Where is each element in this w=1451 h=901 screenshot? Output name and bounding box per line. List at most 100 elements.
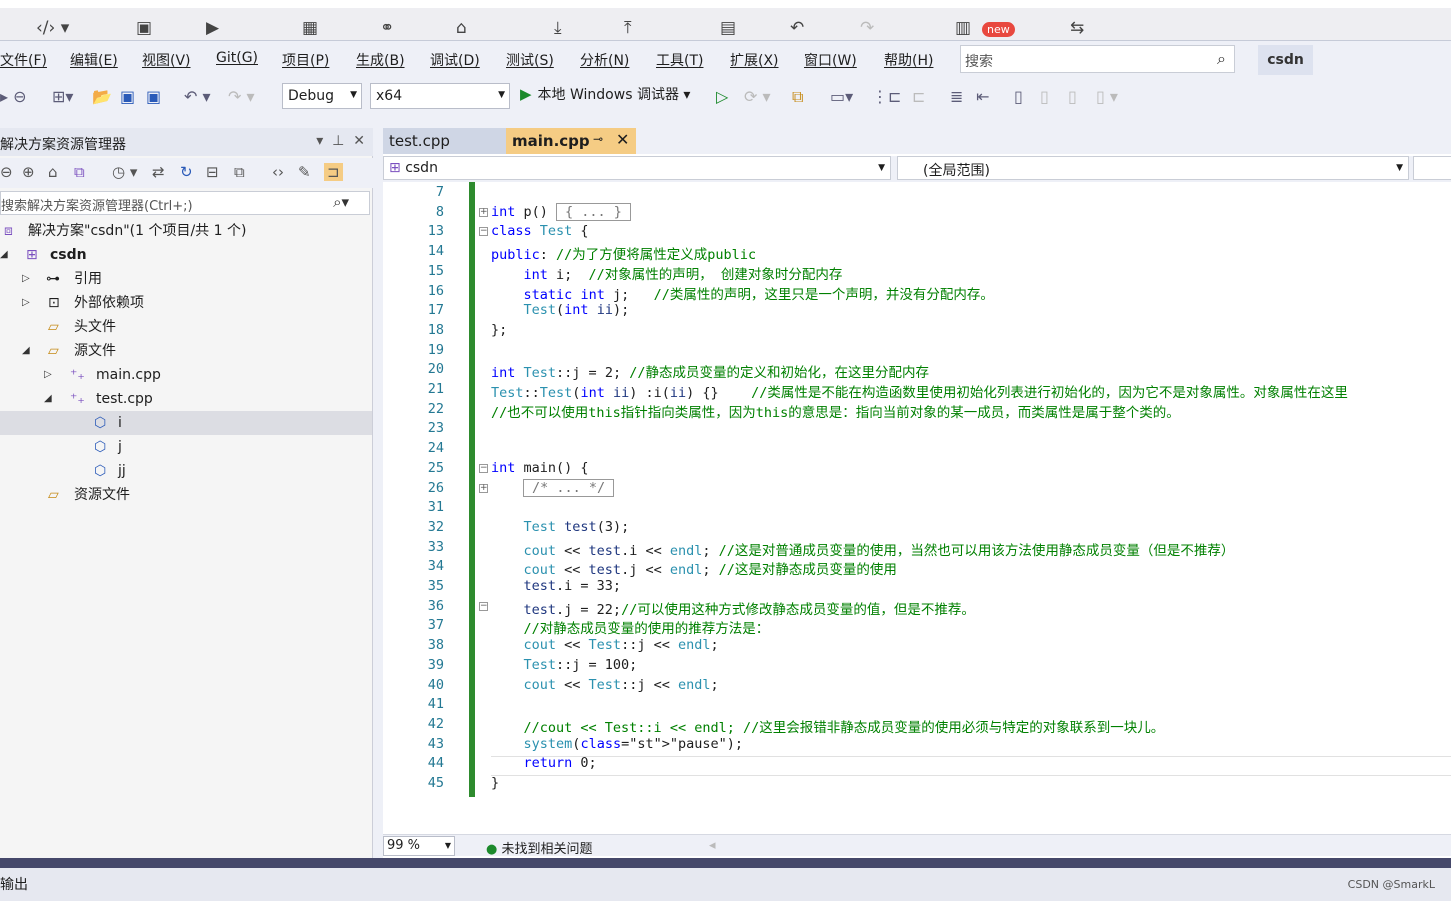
stamp-icon[interactable]: ⌂: [456, 18, 467, 38]
tab-main-cpp[interactable]: main.cpp ⊸ ✕: [506, 128, 636, 154]
new-project-icon[interactable]: ⊞▾: [52, 87, 73, 106]
undo-icon[interactable]: ↶ ▾: [184, 87, 211, 106]
bookmark-icon[interactable]: ▯: [1014, 87, 1023, 106]
tree-header-files[interactable]: ▱ 头文件: [0, 315, 372, 339]
expanded-icon[interactable]: ◢: [0, 243, 8, 267]
fold-toggle-icon[interactable]: +: [479, 207, 488, 217]
bookmark-clear-icon[interactable]: ▯ ▾: [1096, 87, 1118, 106]
save-icon[interactable]: ▣: [120, 87, 135, 106]
tree-external-deps[interactable]: ▷ ⊡ 外部依赖项: [0, 291, 372, 315]
outdent-icon[interactable]: ⇤: [976, 87, 989, 106]
platform-select[interactable]: x64 ▼: [370, 83, 510, 109]
image-icon[interactable]: ▣: [136, 18, 152, 38]
window-icon[interactable]: ▭▾: [830, 87, 853, 106]
tree-symbol-j[interactable]: ⬡ j: [0, 435, 372, 459]
tree-source-files[interactable]: ◢ ▱ 源文件: [0, 339, 372, 363]
bookmark-next-icon[interactable]: ▯: [1068, 87, 1077, 106]
tree-symbol-jj[interactable]: ⬡ jj: [0, 459, 372, 483]
copy-icon[interactable]: ⧉: [234, 163, 245, 181]
table-icon[interactable]: ▦: [302, 18, 318, 38]
sync-icon[interactable]: ⇄: [152, 163, 165, 181]
back-icon[interactable]: ▸ ⊖: [0, 87, 27, 106]
video-icon[interactable]: ▶: [206, 18, 219, 38]
pin-icon[interactable]: ⊸: [593, 132, 603, 146]
code-view-icon[interactable]: ‹›: [272, 163, 284, 181]
menu-project[interactable]: 项目(P): [282, 50, 329, 70]
tree-references[interactable]: ▷ ⊶ 引用: [0, 267, 372, 291]
project-dropdown[interactable]: ⊞ csdn ▼: [383, 156, 891, 180]
download-icon[interactable]: ⤓: [554, 18, 562, 38]
indent-icon[interactable]: ≣: [950, 87, 963, 106]
open-icon[interactable]: 📂: [92, 87, 112, 106]
menu-file[interactable]: 文件(F): [0, 50, 47, 70]
menu-view[interactable]: 视图(V): [142, 50, 191, 70]
save-all-icon[interactable]: ▣: [146, 87, 161, 106]
code-area[interactable]: 7 8 int p() { ... } +13 class Test {−14 publi…: [383, 182, 1451, 832]
tree-solution[interactable]: ⧈ 解决方案"csdn"(1 个项目/共 1 个): [0, 219, 372, 243]
fold-toggle-icon[interactable]: −: [479, 601, 488, 611]
tree-test-cpp[interactable]: ◢ ⁺₊ test.cpp: [0, 387, 372, 411]
menu-tools[interactable]: 工具(T): [656, 50, 703, 70]
member-dropdown[interactable]: [1413, 156, 1451, 180]
config-select[interactable]: Debug ▼: [282, 83, 362, 109]
zoom-select[interactable]: 99 % ▼: [383, 836, 455, 856]
fold-toggle-icon[interactable]: −: [479, 463, 488, 473]
menu-analyze[interactable]: 分析(N): [580, 50, 629, 70]
run-no-debug-icon[interactable]: ▷: [716, 87, 728, 106]
tree-symbol-i[interactable]: ⬡ i: [0, 411, 372, 435]
expanded-icon[interactable]: ◢: [44, 387, 52, 411]
pin-icon[interactable]: ⊐: [324, 163, 343, 181]
link-icon[interactable]: ⚭: [380, 18, 394, 38]
issues-indicator[interactable]: ● 未找到相关问题: [486, 838, 593, 857]
collapsed-block[interactable]: /* ... */: [523, 478, 615, 497]
upload-icon[interactable]: ⤒: [624, 18, 632, 38]
menu-window[interactable]: 窗口(W): [804, 50, 857, 70]
nav-back-icon[interactable]: ⊖: [0, 163, 13, 181]
pane-controls[interactable]: ▾ ⊥ ✕: [316, 133, 365, 149]
menu-git[interactable]: Git(G): [216, 50, 258, 66]
save-icon[interactable]: ▤: [720, 18, 736, 38]
redo-icon[interactable]: ↷ ▾: [228, 87, 255, 106]
start-debug-button[interactable]: ▶ 本地 Windows 调试器 ▾: [520, 84, 690, 104]
menu-edit[interactable]: 编辑(E): [70, 50, 118, 70]
code-icon[interactable]: ‹/› ▾: [36, 18, 69, 38]
folder-icon[interactable]: ⧉: [792, 87, 803, 107]
menu-extensions[interactable]: 扩展(X): [730, 50, 779, 70]
tree-resource-files[interactable]: ▱ 资源文件: [0, 483, 372, 507]
scope-dropdown[interactable]: (全局范围) ▼: [897, 156, 1409, 180]
profile-button[interactable]: csdn: [1258, 45, 1313, 75]
menu-debug[interactable]: 调试(D): [430, 50, 480, 70]
wrench-icon[interactable]: ✎: [298, 163, 311, 181]
close-icon[interactable]: ✕: [616, 130, 629, 149]
history-icon[interactable]: ◷ ▾: [112, 163, 137, 181]
scroll-left-icon[interactable]: ◂: [709, 838, 716, 853]
template-icon[interactable]: ▥: [955, 18, 971, 38]
home-icon[interactable]: ⌂: [48, 163, 58, 181]
collapsed-icon[interactable]: ▷: [22, 267, 30, 291]
collapse-icon[interactable]: ⊟: [206, 163, 219, 181]
menu-test[interactable]: 测试(S): [506, 50, 554, 70]
swap-icon[interactable]: ⇆: [1070, 18, 1084, 38]
menu-build[interactable]: 生成(B): [356, 50, 405, 70]
fold-toggle-icon[interactable]: −: [479, 227, 488, 237]
collapsed-icon[interactable]: ▷: [22, 291, 30, 315]
tree-main-cpp[interactable]: ▷ ⁺₊ main.cpp: [0, 363, 372, 387]
undo-icon[interactable]: ↶: [790, 18, 804, 38]
tree-project[interactable]: ◢ ⊞ csdn: [0, 243, 372, 267]
bookmark-prev-icon[interactable]: ▯: [1040, 87, 1049, 106]
solution-search-input[interactable]: 搜索解决方案资源管理器(Ctrl+;) ⌕▾: [0, 191, 370, 215]
refresh-icon[interactable]: ↻: [180, 163, 193, 181]
tab-test-cpp[interactable]: test.cpp: [383, 128, 506, 154]
redo-icon[interactable]: ↷: [860, 18, 874, 38]
step2-icon[interactable]: ⊏: [912, 87, 925, 106]
menu-help[interactable]: 帮助(H): [884, 50, 933, 70]
nav-forward-icon[interactable]: ⊕: [22, 163, 35, 181]
step-icon[interactable]: ⋮⊏: [872, 87, 901, 106]
expanded-icon[interactable]: ◢: [22, 339, 30, 363]
search-input[interactable]: 搜索 ⌕: [960, 45, 1235, 73]
vs-icon[interactable]: ⧉: [74, 163, 85, 181]
collapsed-block[interactable]: { ... }: [556, 202, 631, 221]
collapsed-icon[interactable]: ▷: [44, 363, 52, 387]
hot-reload-icon[interactable]: ⟳ ▾: [744, 87, 771, 106]
fold-toggle-icon[interactable]: +: [479, 483, 488, 493]
